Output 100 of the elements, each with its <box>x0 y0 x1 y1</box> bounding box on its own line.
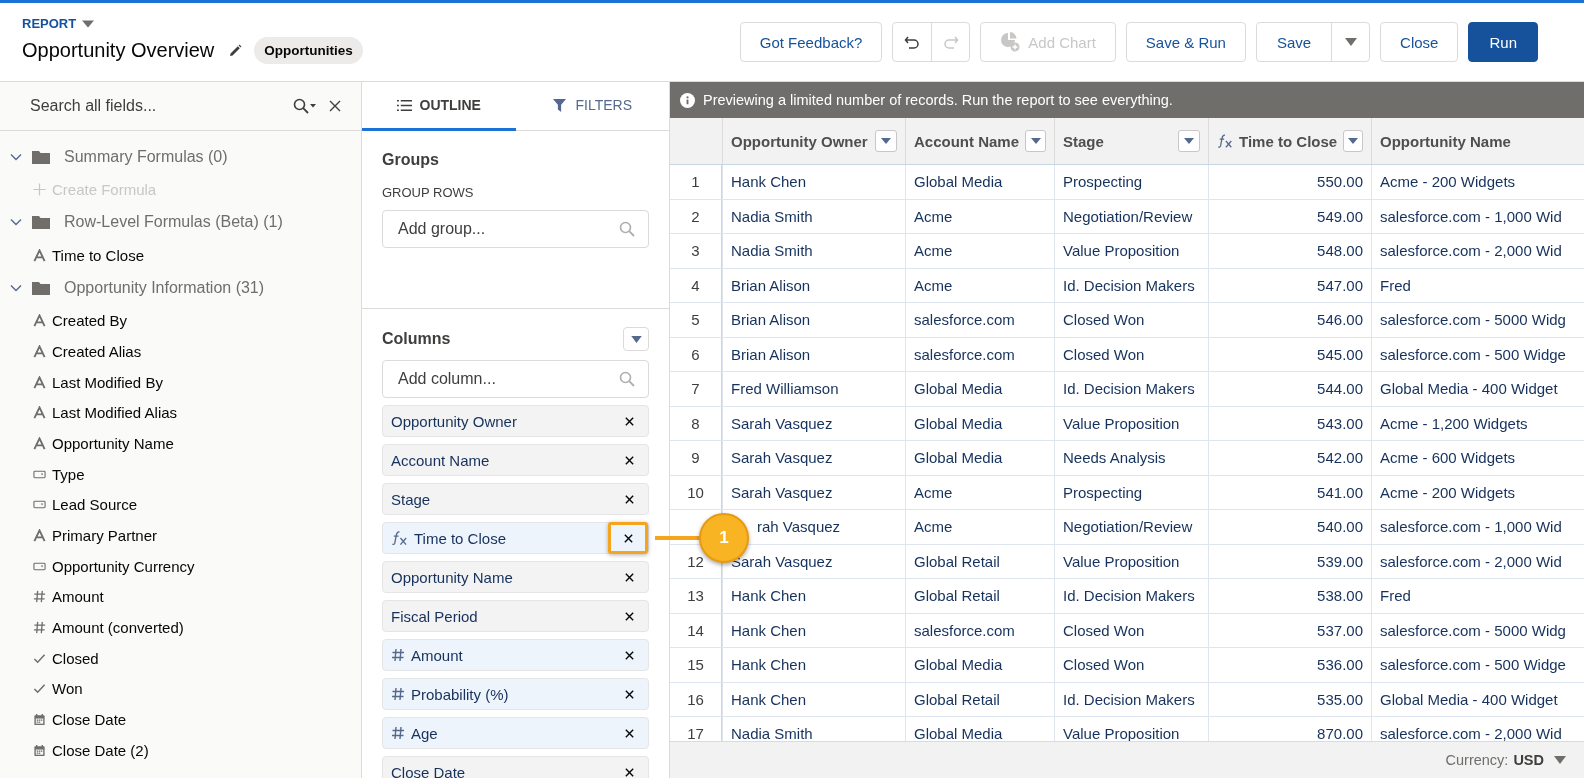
column-header[interactable]: Stage <box>1054 118 1208 164</box>
table-cell: Global Media <box>914 380 1003 398</box>
text-type-icon <box>33 314 46 328</box>
field-item[interactable]: Last Modified By <box>0 366 361 398</box>
table-cell: 538.00 <box>1317 587 1363 605</box>
close-icon <box>622 532 634 544</box>
search-menu-button[interactable] <box>293 98 317 114</box>
field-item[interactable]: Created Alias <box>0 336 361 367</box>
row-number: 10 <box>687 483 704 501</box>
run-button[interactable]: Run <box>1468 22 1538 62</box>
table-cell: Needs Analysis <box>1063 449 1166 467</box>
column-menu-button[interactable] <box>1178 130 1200 152</box>
section-title: Groups <box>382 151 440 169</box>
field-item[interactable]: Opportunity Currency <box>0 550 361 582</box>
table-cell: Acme - 200 Widgets <box>1380 483 1516 501</box>
column-chip[interactable]: Opportunity Name <box>382 561 649 593</box>
folder-row[interactable]: Row-Level Formulas (Beta) (1) <box>0 204 361 240</box>
row-number: 2 <box>691 207 700 225</box>
columns-menu-button[interactable] <box>623 327 649 351</box>
table-cell: Value Proposition <box>1063 552 1180 570</box>
column-chip[interactable]: Stage <box>382 483 649 515</box>
table-cell: salesforce.com - 1,000 Wid <box>1380 518 1562 536</box>
caret-icon <box>1344 38 1357 46</box>
chevron-icon[interactable] <box>10 283 22 292</box>
report-type-menu[interactable]: REPORT <box>22 16 95 31</box>
column-chip[interactable]: Fiscal Period <box>382 600 649 632</box>
column-header[interactable]: Time to Close <box>1208 118 1371 164</box>
table-cell: Sarah Vasquez <box>731 414 833 432</box>
field-item[interactable]: Type <box>0 458 361 490</box>
table-cell: Brian Alison <box>731 345 811 363</box>
save-button[interactable]: Save <box>1256 23 1332 61</box>
table-cell: 536.00 <box>1317 656 1363 674</box>
column-label: Amount <box>411 646 464 664</box>
field-item[interactable]: Amount (converted) <box>0 612 361 643</box>
column-header[interactable]: Account Name <box>905 118 1054 164</box>
column-chip[interactable]: Close Date <box>382 756 649 778</box>
column-menu-button[interactable] <box>1025 130 1046 152</box>
column-menu-button[interactable] <box>875 130 897 152</box>
toolbar-button[interactable]: Close <box>1380 22 1459 62</box>
field-item[interactable]: Amount <box>0 581 361 613</box>
table-cell: 539.00 <box>1317 552 1363 570</box>
caret-icon <box>630 335 642 343</box>
field-item[interactable]: Opportunity Name <box>0 428 361 459</box>
add-column-field[interactable]: Add column... <box>382 360 649 398</box>
close-icon[interactable] <box>329 100 341 112</box>
column-chip[interactable]: Age <box>382 717 649 749</box>
column-chip[interactable]: Amount <box>382 639 649 671</box>
field-item[interactable]: Time to Close <box>0 239 361 271</box>
chevron-icon[interactable] <box>10 218 22 227</box>
field-item[interactable]: Closed <box>0 642 361 674</box>
close-icon <box>623 649 635 661</box>
field-item[interactable]: Close Date <box>0 704 361 735</box>
formula-icon <box>1217 133 1234 149</box>
panel-tab[interactable]: FILTERS <box>515 82 669 131</box>
info-icon <box>680 92 695 108</box>
chevron-icon[interactable] <box>10 152 22 161</box>
field-item[interactable]: Created By <box>0 305 361 337</box>
toolbar-button[interactable]: Got Feedback? <box>739 22 883 62</box>
add-group-field[interactable]: Add group... <box>382 210 649 248</box>
table-cell: Global Media - 400 Widget <box>1380 690 1558 708</box>
report-title: Opportunity Overview <box>22 39 215 62</box>
column-chip[interactable]: Account Name <box>382 444 649 476</box>
column-chip[interactable]: Opportunity Owner <box>382 405 649 437</box>
table-cell: Hank Chen <box>731 656 807 674</box>
table-cell: salesforce.com - 2,000 Wid <box>1380 552 1562 570</box>
column-header[interactable]: Opportunity Name <box>1371 118 1584 164</box>
table-cell: 541.00 <box>1317 483 1363 501</box>
redo-icon <box>942 34 959 50</box>
table-cell: Hank Chen <box>731 587 807 605</box>
search-field[interactable]: Search all fields... <box>30 97 281 115</box>
toolbar-button[interactable]: Save & Run <box>1125 22 1246 62</box>
table-cell: Nadia Smith <box>731 207 813 225</box>
folder-row[interactable]: Summary Formulas (0) <box>0 139 361 174</box>
field-item[interactable]: Primary Partner <box>0 520 361 551</box>
table-cell: Closed Won <box>1063 345 1145 363</box>
pencil-icon[interactable] <box>228 43 243 58</box>
column-label: Account Name <box>391 451 491 469</box>
field-item[interactable]: Close Date (2) <box>0 735 361 766</box>
close-icon <box>623 610 635 622</box>
table-cell: Acme <box>914 276 953 294</box>
table-cell: Id. Decision Makers <box>1063 587 1195 605</box>
field-item[interactable]: Lead Source <box>0 489 361 521</box>
column-chip[interactable]: Probability (%) <box>382 678 649 710</box>
table-cell: Prospecting <box>1063 483 1143 501</box>
field-item[interactable]: Last Modified Alias <box>0 397 361 429</box>
column-header[interactable]: Opportunity Owner <box>722 118 905 164</box>
folder-row[interactable]: Opportunity Information (31) <box>0 270 361 306</box>
folder-icon <box>32 280 50 295</box>
table-cell: Fred <box>1380 587 1411 605</box>
column-label: Close Date <box>391 763 467 778</box>
panel-tab[interactable]: OUTLINE <box>362 82 516 131</box>
table-cell: Acme <box>914 242 953 260</box>
search-icon <box>619 371 635 387</box>
field-item[interactable]: Won <box>0 673 361 705</box>
column-label: Opportunity Owner <box>391 412 518 430</box>
column-menu-button[interactable] <box>1343 130 1363 152</box>
row-number: 6 <box>691 345 700 363</box>
text-type-icon <box>33 436 46 450</box>
currency-menu[interactable]: USD <box>1513 752 1566 768</box>
table-cell: Closed Won <box>1063 656 1145 674</box>
